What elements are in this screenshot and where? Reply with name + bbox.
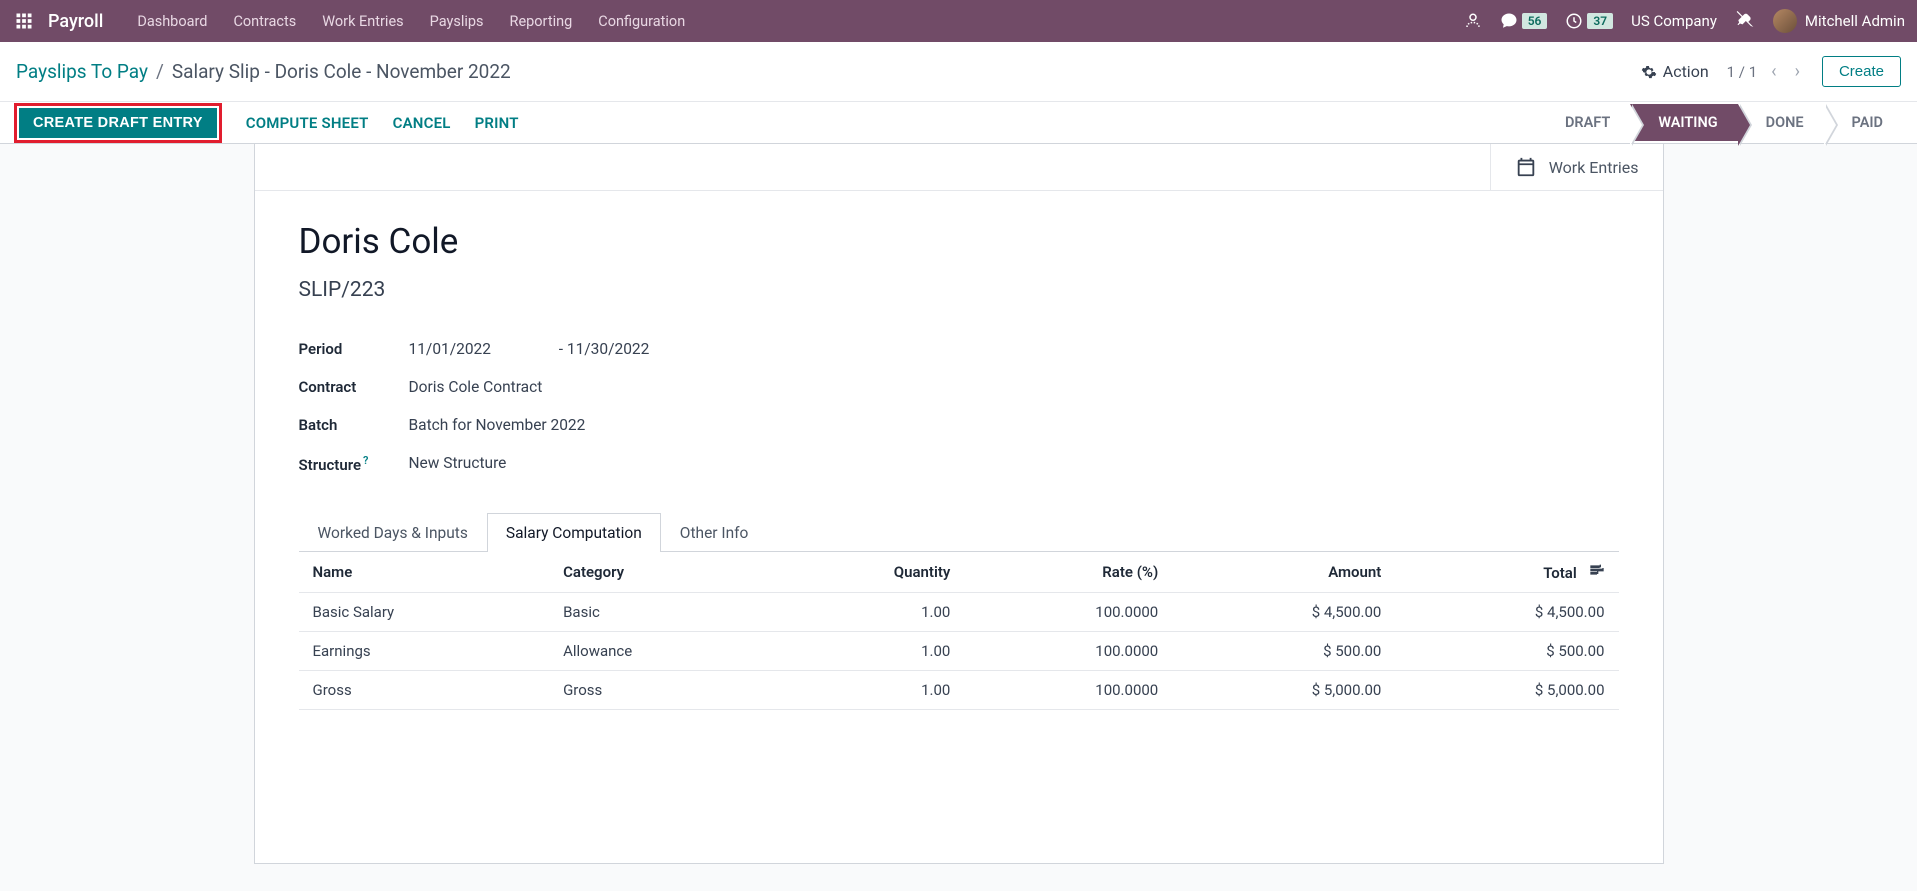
print-button[interactable]: PRINT xyxy=(475,114,519,132)
help-icon[interactable]: ? xyxy=(363,454,368,467)
nav-contracts[interactable]: Contracts xyxy=(221,5,308,38)
table-header-row: Name Category Quantity Rate (%) Amount T… xyxy=(299,552,1619,593)
record-number: SLIP/223 xyxy=(299,278,1619,302)
avatar xyxy=(1773,9,1797,33)
top-nav: Payroll Dashboard Contracts Work Entries… xyxy=(0,0,1917,42)
calendar-icon xyxy=(1515,156,1537,178)
salary-table: Name Category Quantity Rate (%) Amount T… xyxy=(299,552,1619,710)
activities-icon[interactable]: 37 xyxy=(1565,12,1613,30)
field-group: Period 11/01/2022 - 11/30/2022 Contract … xyxy=(299,330,1025,484)
contract-label: Contract xyxy=(299,368,409,406)
notebook-tabs: Worked Days & Inputs Salary Computation … xyxy=(299,512,1619,552)
work-entries-stat-button[interactable]: Work Entries xyxy=(1490,144,1663,190)
highlight-frame: CREATE DRAFT ENTRY xyxy=(14,103,222,143)
table-row[interactable]: Earnings Allowance 1.00 100.0000 $ 500.0… xyxy=(299,632,1619,671)
content-area[interactable]: Work Entries Doris Cole SLIP/223 Period … xyxy=(0,144,1917,891)
nav-menu: Dashboard Contracts Work Entries Payslip… xyxy=(125,5,697,38)
cancel-button[interactable]: CANCEL xyxy=(393,114,451,132)
batch-label: Batch xyxy=(299,406,409,444)
table-row[interactable]: Basic Salary Basic 1.00 100.0000 $ 4,500… xyxy=(299,593,1619,632)
tab-salary-computation[interactable]: Salary Computation xyxy=(487,513,661,552)
form-sheet: Work Entries Doris Cole SLIP/223 Period … xyxy=(254,144,1664,864)
tab-other-info[interactable]: Other Info xyxy=(661,513,768,552)
period-to: 11/30/2022 xyxy=(567,340,649,358)
gear-icon xyxy=(1641,64,1657,80)
table-body: Basic Salary Basic 1.00 100.0000 $ 4,500… xyxy=(299,593,1619,710)
button-box: Work Entries xyxy=(255,144,1663,191)
create-draft-entry-button[interactable]: CREATE DRAFT ENTRY xyxy=(19,108,217,138)
nav-right: 56 37 US Company Mitchell Admin xyxy=(1464,9,1905,33)
col-amount[interactable]: Amount xyxy=(1172,552,1395,593)
col-total[interactable]: Total xyxy=(1395,552,1618,593)
nav-reporting[interactable]: Reporting xyxy=(498,5,585,38)
pager-prev-icon[interactable]: ‹ xyxy=(1767,59,1780,84)
breadcrumb: Payslips To Pay / Salary Slip - Doris Co… xyxy=(16,60,511,83)
structure-value: New Structure xyxy=(409,444,1025,484)
action-dropdown[interactable]: Action xyxy=(1641,62,1709,81)
pager-count[interactable]: 1 / 1 xyxy=(1727,63,1758,81)
columns-adjust-icon[interactable] xyxy=(1589,564,1605,582)
user-menu[interactable]: Mitchell Admin xyxy=(1773,9,1905,33)
batch-value: Batch for November 2022 xyxy=(409,406,1025,444)
create-button[interactable]: Create xyxy=(1822,56,1901,87)
col-category[interactable]: Category xyxy=(549,552,771,593)
activities-badge: 37 xyxy=(1587,13,1613,29)
col-rate[interactable]: Rate (%) xyxy=(964,552,1172,593)
nav-configuration[interactable]: Configuration xyxy=(586,5,697,38)
apps-icon[interactable] xyxy=(12,9,36,33)
nav-work-entries[interactable]: Work Entries xyxy=(310,5,415,38)
breadcrumb-sep: / xyxy=(156,60,164,83)
app-name[interactable]: Payroll xyxy=(48,11,103,32)
period-from: 11/01/2022 xyxy=(409,340,491,358)
nav-dashboard[interactable]: Dashboard xyxy=(125,5,219,38)
breadcrumb-parent[interactable]: Payslips To Pay xyxy=(16,60,148,83)
debug-icon[interactable] xyxy=(1735,11,1755,31)
col-quantity[interactable]: Quantity xyxy=(771,552,964,593)
record-title: Doris Cole xyxy=(299,221,1619,262)
contract-value: Doris Cole Contract xyxy=(409,368,1025,406)
user-name: Mitchell Admin xyxy=(1805,12,1905,30)
company-switcher[interactable]: US Company xyxy=(1631,12,1717,30)
period-sep: - xyxy=(559,340,563,358)
status-bar: DRAFT WAITING DONE PAID xyxy=(1537,104,1903,141)
breadcrumb-current: Salary Slip - Doris Cole - November 2022 xyxy=(172,60,511,83)
work-entries-label: Work Entries xyxy=(1549,158,1639,177)
action-bar: CREATE DRAFT ENTRY COMPUTE SHEET CANCEL … xyxy=(0,102,1917,144)
pager: 1 / 1 ‹ › xyxy=(1727,59,1804,84)
messages-badge: 56 xyxy=(1522,13,1548,29)
compute-sheet-button[interactable]: COMPUTE SHEET xyxy=(246,114,369,132)
col-name[interactable]: Name xyxy=(299,552,550,593)
nav-payslips[interactable]: Payslips xyxy=(418,5,496,38)
pager-next-icon[interactable]: › xyxy=(1791,59,1804,84)
structure-label: Structure xyxy=(299,456,362,474)
status-draft[interactable]: DRAFT xyxy=(1537,104,1630,141)
table-row[interactable]: Gross Gross 1.00 100.0000 $ 5,000.00 $ 5… xyxy=(299,671,1619,710)
messages-icon[interactable]: 56 xyxy=(1500,12,1548,30)
support-icon[interactable] xyxy=(1464,12,1482,30)
period-label: Period xyxy=(299,330,409,368)
breadcrumb-bar: Payslips To Pay / Salary Slip - Doris Co… xyxy=(0,42,1917,102)
status-waiting[interactable]: WAITING xyxy=(1630,104,1737,141)
tab-worked-days[interactable]: Worked Days & Inputs xyxy=(299,513,487,552)
